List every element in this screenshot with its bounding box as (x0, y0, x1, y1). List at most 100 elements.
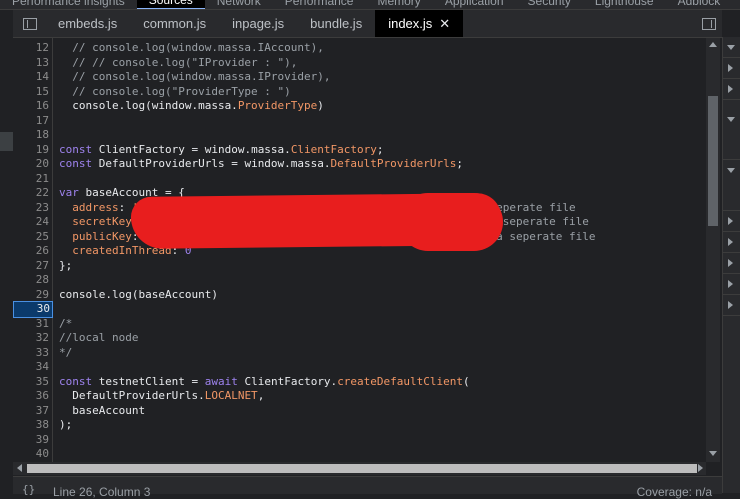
line-number[interactable]: 38 (13, 418, 49, 433)
sidebar-section[interactable] (723, 79, 740, 100)
code-text: console.log(baseAccount) (59, 287, 218, 301)
status-bar: {} Line 26, Column 3 Coverage: n/a (13, 476, 722, 499)
line-number[interactable]: 31 (13, 317, 49, 332)
horizontal-scrollbar[interactable] (13, 462, 706, 475)
line-number[interactable]: 29 (13, 288, 49, 303)
line-number[interactable]: 36 (13, 389, 49, 404)
line-number[interactable]: 28 (13, 273, 49, 288)
code-line[interactable]: 37 baseAccount (13, 404, 706, 419)
vertical-scrollbar[interactable] (706, 38, 720, 462)
code-line[interactable]: 21 (13, 172, 706, 187)
code-text: }; (59, 258, 73, 272)
file-tab[interactable]: index.js ✕ (375, 10, 464, 37)
line-number[interactable]: 21 (13, 172, 49, 187)
code-line[interactable]: 16 console.log(window.massa.ProviderType… (13, 99, 706, 114)
sidebar-section[interactable] (723, 37, 740, 58)
line-number[interactable]: 33 (13, 346, 49, 361)
chevron-right-icon (728, 301, 733, 309)
code-text: /* (59, 316, 73, 330)
pretty-print-icon[interactable]: {} (22, 483, 35, 496)
line-number[interactable]: 13 (13, 56, 49, 71)
code-line[interactable]: 30 (13, 301, 706, 318)
line-number[interactable]: 23 (13, 201, 49, 216)
chevron-right-icon (728, 259, 733, 267)
line-number[interactable]: 25 (13, 230, 49, 245)
code-line[interactable]: 32 //local node (13, 331, 706, 346)
devtools-tab[interactable]: Security (516, 0, 583, 9)
code-line[interactable]: 14 // console.log(window.massa.IProvider… (13, 70, 706, 85)
navigator-selection (0, 132, 13, 151)
file-tab[interactable]: common.js (130, 10, 219, 37)
line-number[interactable]: 18 (13, 128, 49, 143)
line-number[interactable]: 16 (13, 99, 49, 114)
sidebar-section[interactable] (723, 253, 740, 274)
sidebar-section[interactable] (723, 109, 740, 160)
line-number[interactable]: 22 (13, 186, 49, 201)
devtools-tab[interactable]: Adblock (666, 0, 733, 9)
line-number[interactable]: 40 (13, 447, 49, 462)
scroll-up-icon[interactable] (709, 42, 717, 47)
code-line[interactable]: 27}; (13, 259, 706, 274)
line-number[interactable]: 34 (13, 360, 49, 375)
devtools-tab[interactable]: Lighthouse (583, 0, 666, 9)
code-line[interactable]: 19 const ClientFactory = window.massa.Cli… (13, 143, 706, 158)
scroll-right-icon[interactable] (698, 464, 703, 472)
code-line[interactable]: 38); (13, 418, 706, 433)
line-number[interactable]: 12 (13, 41, 49, 56)
file-tab[interactable]: embeds.js (45, 10, 130, 37)
line-number[interactable]: 26 (13, 244, 49, 259)
sidebar-section[interactable] (723, 211, 740, 232)
left-navigator-panel (0, 10, 13, 493)
debugger-sidebar (722, 37, 740, 493)
devtools-tab[interactable]: Sources (136, 0, 205, 9)
sidebar-section[interactable] (723, 160, 740, 211)
file-tab[interactable]: bundle.js (297, 10, 375, 37)
scroll-left-icon[interactable] (17, 464, 22, 472)
devtools-tab[interactable]: Network (205, 0, 273, 9)
horizontal-scroll-thumb[interactable] (27, 464, 697, 473)
code-line[interactable]: 18 (13, 128, 706, 143)
code-text: ); (59, 418, 73, 431)
code-line[interactable]: 29 console.log(baseAccount) (13, 288, 706, 303)
sidebar-section[interactable] (723, 58, 740, 79)
line-number[interactable]: 35 (13, 375, 49, 390)
code-line[interactable]: 34 (13, 360, 706, 375)
toggle-navigator-icon[interactable] (23, 17, 37, 30)
line-number[interactable]: 17 (13, 114, 49, 129)
code-line[interactable]: 35 const testnetClient = await ClientFact… (13, 375, 706, 390)
line-number[interactable]: 37 (13, 404, 49, 419)
code-line[interactable]: 40 (13, 447, 706, 462)
devtools-tab[interactable]: Application (433, 0, 516, 9)
scroll-down-icon[interactable] (709, 451, 717, 456)
code-line[interactable]: 17 (13, 114, 706, 129)
sidebar-section[interactable] (723, 274, 740, 295)
code-line[interactable]: 33 */ (13, 346, 706, 361)
code-line[interactable]: 20 const DefaultProviderUrls = window.mas… (13, 157, 706, 172)
code-line[interactable]: 15 // console.log("ProviderType : ") (13, 85, 706, 100)
devtools-tab[interactable]: Performance (273, 0, 366, 9)
devtools-tab[interactable]: Performance insights (0, 0, 137, 9)
code-line[interactable]: 28 (13, 273, 706, 288)
devtools-tab[interactable]: Memory (365, 0, 432, 9)
code-line[interactable]: 31 /* (13, 317, 706, 332)
line-number[interactable]: 15 (13, 85, 49, 100)
line-number[interactable]: 30 (13, 301, 53, 318)
sidebar-section[interactable] (723, 232, 740, 253)
toggle-debugger-icon[interactable] (702, 17, 716, 30)
code-line[interactable]: 39 (13, 433, 706, 448)
line-number[interactable]: 24 (13, 215, 49, 230)
code-editor[interactable]: 12 // console.log(window.massa.IAccount)… (13, 38, 706, 462)
line-number[interactable]: 39 (13, 433, 49, 448)
close-icon[interactable]: ✕ (439, 16, 450, 31)
code-line[interactable]: 13 // // console.log("IProvider : "), (13, 56, 706, 71)
vertical-scroll-thumb[interactable] (708, 96, 718, 226)
file-tab[interactable]: inpage.js (219, 10, 297, 37)
code-line[interactable]: 36 DefaultProviderUrls.LOCALNET, (13, 389, 706, 404)
line-number[interactable]: 20 (13, 157, 49, 172)
sidebar-section[interactable] (723, 295, 740, 316)
line-number[interactable]: 32 (13, 331, 49, 346)
line-number[interactable]: 27 (13, 259, 49, 274)
line-number[interactable]: 19 (13, 143, 49, 158)
line-number[interactable]: 14 (13, 70, 49, 85)
code-line[interactable]: 12 // console.log(window.massa.IAccount)… (13, 41, 706, 56)
